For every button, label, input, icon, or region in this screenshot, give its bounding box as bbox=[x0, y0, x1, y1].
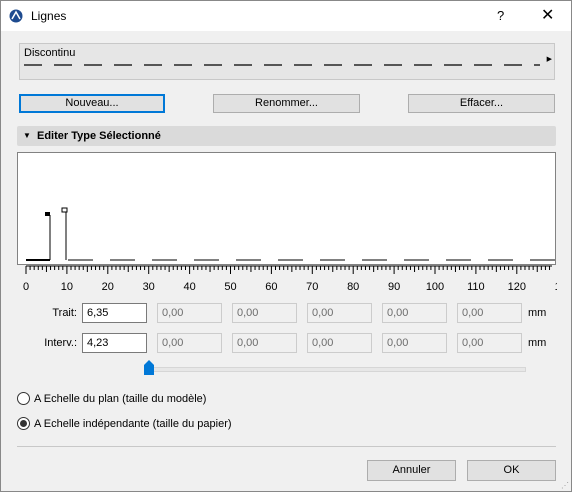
line-type-name: Discontinu bbox=[24, 47, 76, 59]
title-bar: Lignes ? ✕ bbox=[1, 1, 571, 31]
gap-field-1[interactable]: 4,23 bbox=[82, 333, 147, 353]
expand-arrow-icon[interactable]: ▶ bbox=[547, 55, 552, 63]
dash-handle[interactable] bbox=[45, 212, 50, 216]
lignes-dialog: Lignes ? ✕ Discontinu ▶ Nouveau... Renom… bbox=[0, 0, 572, 492]
scale-model-label[interactable]: A Echelle du plan (taille du modèle) bbox=[34, 393, 206, 405]
gap-unit: mm bbox=[528, 337, 547, 349]
gap-field-2: 0,00 bbox=[157, 333, 222, 353]
cancel-button[interactable]: Annuler bbox=[367, 460, 456, 481]
ruler-label: 120 bbox=[508, 281, 526, 293]
gap-field-4: 0,00 bbox=[307, 333, 372, 353]
new-button[interactable]: Nouveau... bbox=[19, 94, 165, 113]
gap-label: Interv.: bbox=[44, 337, 77, 349]
gap-field-6: 0,00 bbox=[457, 333, 522, 353]
triangle-down-icon[interactable]: ▼ bbox=[23, 131, 31, 140]
ruler-label: 100 bbox=[426, 281, 444, 293]
delete-button[interactable]: Effacer... bbox=[408, 94, 555, 113]
ok-button[interactable]: OK bbox=[467, 460, 556, 481]
ruler-label: 70 bbox=[306, 281, 318, 293]
ruler-label: 60 bbox=[265, 281, 277, 293]
ruler-label: 0 bbox=[23, 281, 29, 293]
dash-field-1[interactable]: 6,35 bbox=[82, 303, 147, 323]
help-button[interactable]: ? bbox=[497, 8, 504, 23]
line-preview-drawing bbox=[26, 207, 555, 261]
ruler: 0 10 20 30 40 50 60 70 80 90 100 110 120 1 bbox=[23, 265, 557, 293]
edit-section-header[interactable]: ▼ Editer Type Sélectionné bbox=[17, 126, 556, 146]
gap-field-5: 0,00 bbox=[382, 333, 447, 353]
dash-label: Trait: bbox=[52, 307, 77, 319]
section-title: Editer Type Sélectionné bbox=[37, 130, 161, 142]
gap-field-3: 0,00 bbox=[232, 333, 297, 353]
ruler-label: 10 bbox=[61, 281, 73, 293]
ruler-label: 40 bbox=[183, 281, 195, 293]
scale-paper-radio[interactable] bbox=[17, 417, 30, 430]
ruler-label: 90 bbox=[388, 281, 400, 293]
close-button[interactable]: ✕ bbox=[541, 5, 554, 25]
gap-handle[interactable] bbox=[61, 207, 68, 213]
line-type-sample bbox=[24, 64, 540, 66]
rename-button[interactable]: Renommer... bbox=[213, 94, 360, 113]
ruler-label: 1 bbox=[555, 281, 557, 293]
dash-field-6: 0,00 bbox=[457, 303, 522, 323]
slider-thumb[interactable] bbox=[144, 360, 154, 375]
ruler-label: 80 bbox=[347, 281, 359, 293]
resize-grip-icon[interactable]: ⋰ bbox=[561, 481, 569, 490]
dash-field-3: 0,00 bbox=[232, 303, 297, 323]
archicad-logo-icon bbox=[9, 9, 23, 23]
window-title: Lignes bbox=[31, 9, 67, 23]
dash-field-4: 0,00 bbox=[307, 303, 372, 323]
dash-field-5: 0,00 bbox=[382, 303, 447, 323]
slider-track[interactable] bbox=[144, 367, 526, 372]
scale-model-radio[interactable] bbox=[17, 392, 30, 405]
line-preview bbox=[17, 152, 556, 265]
ruler-label: 30 bbox=[143, 281, 155, 293]
dash-field-2: 0,00 bbox=[157, 303, 222, 323]
ruler-label: 20 bbox=[102, 281, 114, 293]
scale-paper-label[interactable]: A Echelle indépendante (taille du papier… bbox=[34, 418, 232, 430]
footer-separator bbox=[17, 446, 556, 447]
line-type-selector[interactable]: Discontinu ▶ bbox=[19, 43, 555, 80]
ruler-label: 50 bbox=[224, 281, 236, 293]
dash-unit: mm bbox=[528, 307, 547, 319]
ruler-label: 110 bbox=[467, 281, 485, 293]
